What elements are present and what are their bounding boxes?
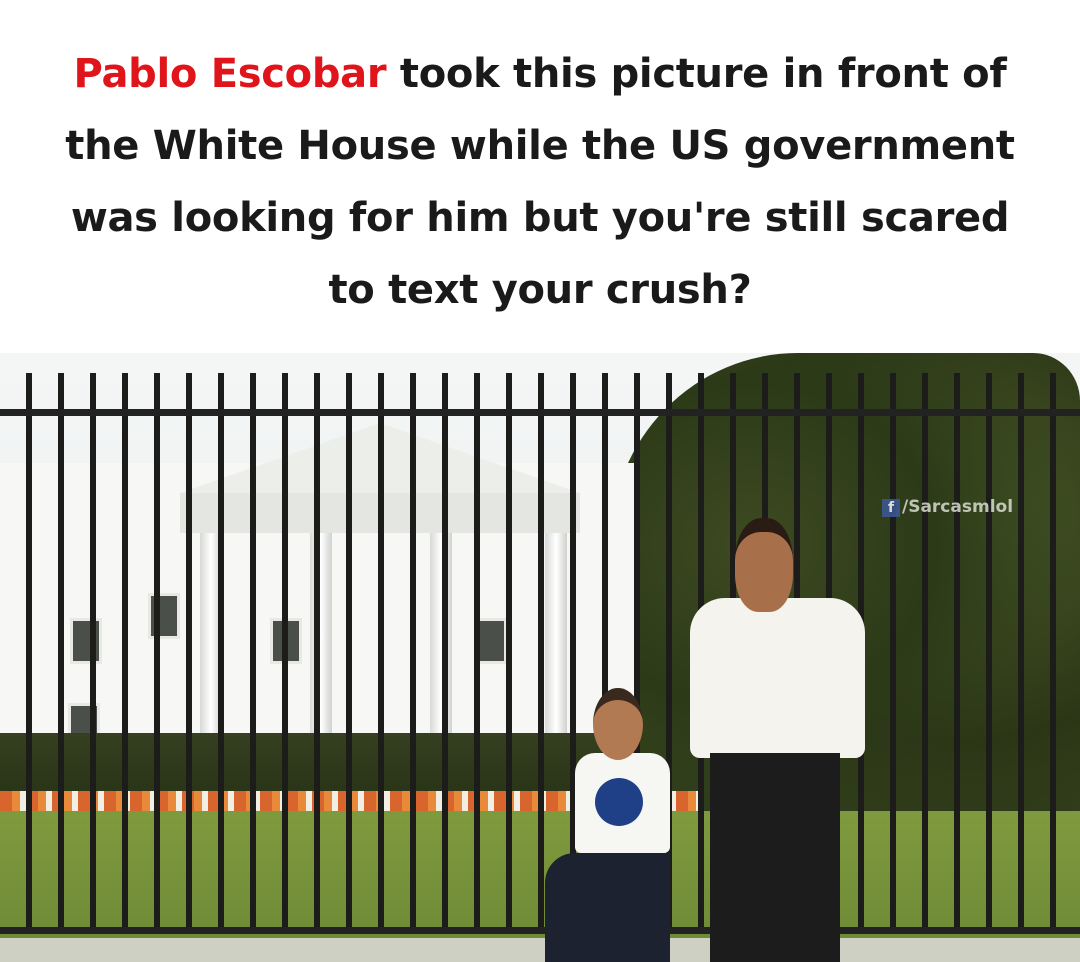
man-head <box>735 518 793 612</box>
boy-jeans <box>545 853 670 962</box>
boy-shirt <box>575 753 670 853</box>
man-pants <box>710 753 840 962</box>
fence-rail-bottom <box>0 927 1080 934</box>
watermark: f/Sarcasmlol <box>882 497 1013 517</box>
sidewalk <box>0 938 1080 962</box>
caption-line-3: was looking for him but you're still sca… <box>70 195 1010 241</box>
caption-highlight: Pablo Escobar <box>73 51 387 97</box>
boy-head <box>593 688 643 760</box>
caption-line-1-text: took this picture in front of <box>386 51 1007 97</box>
caption-line-1: Pablo Escobar took this picture in front… <box>0 38 1080 110</box>
caption-line-2: the White House while the US government <box>65 123 1015 169</box>
photo: f/Sarcasmlol <box>0 353 1080 962</box>
shirt-logo <box>595 778 643 826</box>
watermark-text: /Sarcasmlol <box>902 497 1014 517</box>
man-shirt <box>690 598 865 758</box>
man <box>680 518 870 962</box>
fence-bars <box>0 373 1080 933</box>
facebook-icon: f <box>882 499 900 517</box>
fence-rail-top <box>0 409 1080 416</box>
meme-caption: Pablo Escobar took this picture in front… <box>0 38 1080 326</box>
caption-line-4: to text your crush? <box>328 267 752 313</box>
boy <box>545 688 705 962</box>
